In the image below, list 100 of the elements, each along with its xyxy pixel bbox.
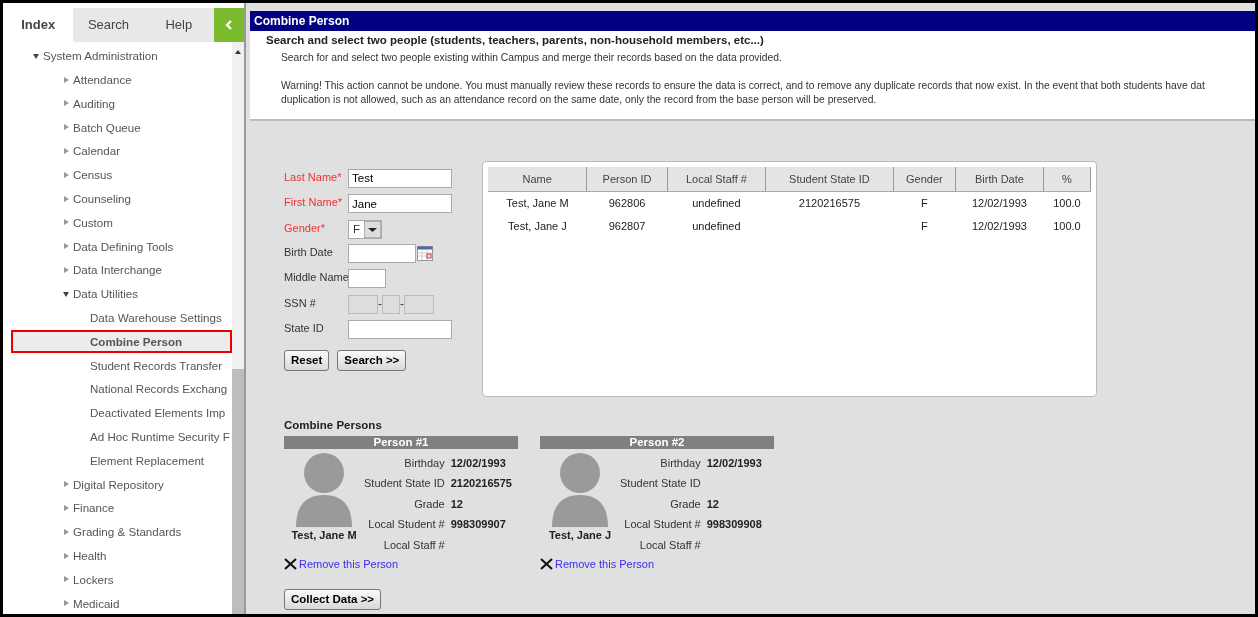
result-row[interactable]: Test, Jane M 962806 undefined 2120216575 F 12/02/1993 100.0 <box>488 191 1091 215</box>
info-label: Student State ID <box>364 476 445 492</box>
collapsed-arrow-icon <box>63 148 69 155</box>
tree-item[interactable]: Grading & Standards <box>3 519 232 544</box>
table-cell: 100.0 <box>1053 219 1081 232</box>
tree-item[interactable]: Deactivated Elements Imp <box>3 400 232 425</box>
input-field[interactable] <box>348 243 416 263</box>
tree-item[interactable]: System Administration <box>3 44 232 68</box>
person-header: Person #1 <box>284 435 518 449</box>
table-cell: Test, Jane J <box>508 219 567 232</box>
info-value: 12 <box>706 496 720 512</box>
input-field[interactable] <box>348 320 452 340</box>
collapsed-arrow-icon <box>63 267 69 274</box>
chevron-left-icon <box>225 20 233 30</box>
field-label: Gender* <box>284 220 326 236</box>
tree-item[interactable]: Counseling <box>3 186 232 211</box>
tree-item[interactable]: Data Interchange <box>3 258 232 282</box>
column-header: Student State ID <box>765 166 894 192</box>
person-header: Person #2 <box>540 435 774 449</box>
scroll-thumb[interactable] <box>232 369 244 614</box>
info-label: Local Staff # <box>638 537 701 553</box>
collapsed-arrow-icon <box>63 505 69 512</box>
section-heading: Search and select two people (students, teachers, parents, non-household members, etc...) <box>266 34 765 48</box>
input-field[interactable] <box>348 269 386 289</box>
tree-item[interactable]: Attendance <box>3 67 232 92</box>
column-header: Birth Date <box>955 166 1044 192</box>
sidebar-tab[interactable]: Help <box>143 8 214 42</box>
tree-item[interactable]: Digital Repository <box>3 472 232 497</box>
field-label: Middle Name <box>284 270 348 286</box>
info-value: 12 <box>450 496 464 512</box>
tree-item[interactable]: Ad Hoc Runtime Security F <box>3 424 232 449</box>
collapsed-arrow-icon <box>63 552 69 559</box>
table-cell: F <box>921 219 928 232</box>
person-name: Test, Jane J <box>548 527 612 543</box>
collapsed-arrow-icon <box>63 576 69 583</box>
collapsed-arrow-icon <box>63 481 69 488</box>
tree-item[interactable]: Auditing <box>3 91 232 116</box>
page-title: Combine Person <box>250 11 1255 31</box>
search-button[interactable]: Search >> <box>337 349 407 372</box>
collect-data-button[interactable]: Collect Data >> <box>284 588 382 610</box>
description-text: Search for and select two people existing within Campus and merge their records based on the data provided. <box>281 50 783 65</box>
collapsed-arrow-icon <box>63 195 69 202</box>
tree-item[interactable]: Student Records Transfer <box>3 353 232 378</box>
info-value: 998309908 <box>706 517 762 533</box>
column-header: % <box>1043 166 1091 192</box>
column-header: Name <box>488 166 587 192</box>
tree-item[interactable]: Lockers <box>3 567 232 592</box>
calendar-icon[interactable] <box>417 245 433 261</box>
info-label: Birthday <box>403 455 445 471</box>
tree-item[interactable]: Census <box>3 163 232 187</box>
tree-item[interactable]: Data Utilities <box>3 281 232 306</box>
collapsed-arrow-icon <box>63 100 69 107</box>
info-label: Local Staff # <box>382 537 445 553</box>
remove-link[interactable]: Remove this Person <box>299 556 399 573</box>
remove-link[interactable]: Remove this Person <box>555 556 655 573</box>
table-cell: undefined <box>692 197 741 210</box>
scroll-up-icon[interactable] <box>234 48 242 56</box>
table-cell: 962806 <box>608 197 646 210</box>
tree-item[interactable]: Medicaid <box>3 591 232 614</box>
tree-item[interactable]: Health <box>3 543 232 568</box>
info-value: 2120216575 <box>450 476 512 492</box>
scrollbar[interactable] <box>232 42 244 614</box>
tree-item[interactable]: Finance <box>3 496 232 520</box>
collapsed-arrow-icon <box>63 243 69 250</box>
collapsed-arrow-icon <box>63 219 69 226</box>
tree-item[interactable]: Element Replacement <box>3 448 232 473</box>
tree-item[interactable]: Calendar <box>3 139 232 163</box>
close-icon[interactable] <box>284 558 297 571</box>
dash-text: - <box>400 296 404 314</box>
table-cell: Test, Jane M <box>506 197 569 210</box>
warning-text: Warning! This action cannot be undone. You must manually review these records to ensure the data is correct, and to remove any duplicate records that now exist. In the event that both students have dat <box>281 78 1206 93</box>
tree-item[interactable]: Batch Queue <box>3 115 232 140</box>
field-label: Last Name* <box>284 169 343 185</box>
tree-item[interactable]: Data Defining Tools <box>3 234 232 259</box>
table-cell: 2120216575 <box>798 197 860 210</box>
input-field[interactable]: Jane <box>348 194 452 214</box>
collapsed-arrow-icon <box>63 600 69 607</box>
collapsed-arrow-icon <box>63 124 69 131</box>
sidebar-tab[interactable]: Search <box>73 8 144 42</box>
dash-text: - <box>378 296 382 314</box>
table-cell: 100.0 <box>1053 197 1081 210</box>
info-label: Birthday <box>659 455 701 471</box>
column-header: Person ID <box>586 166 668 192</box>
result-row[interactable]: Test, Jane J 962807 undefined F 12/02/1993 100.0 <box>488 214 1091 238</box>
close-icon[interactable] <box>540 558 553 571</box>
column-header: Local Staff # <box>667 166 766 192</box>
table-cell: undefined <box>692 219 741 232</box>
tree-item[interactable]: Data Warehouse Settings <box>3 305 232 330</box>
field-label: First Name* <box>284 195 344 211</box>
reset-button[interactable]: Reset <box>284 349 330 372</box>
avatar-icon <box>550 450 610 527</box>
tree-item[interactable]: National Records Exchang <box>3 377 232 401</box>
input-field[interactable]: Test <box>348 168 452 188</box>
tree-item[interactable]: Combine Person <box>11 329 232 354</box>
info-label: Local Student # <box>623 517 701 533</box>
table-cell: 12/02/1993 <box>971 197 1027 210</box>
collapse-button[interactable] <box>214 8 244 42</box>
tree-item[interactable]: Custom <box>3 210 232 235</box>
gender-select[interactable]: F <box>348 219 383 239</box>
person-name: Test, Jane M <box>291 527 357 543</box>
